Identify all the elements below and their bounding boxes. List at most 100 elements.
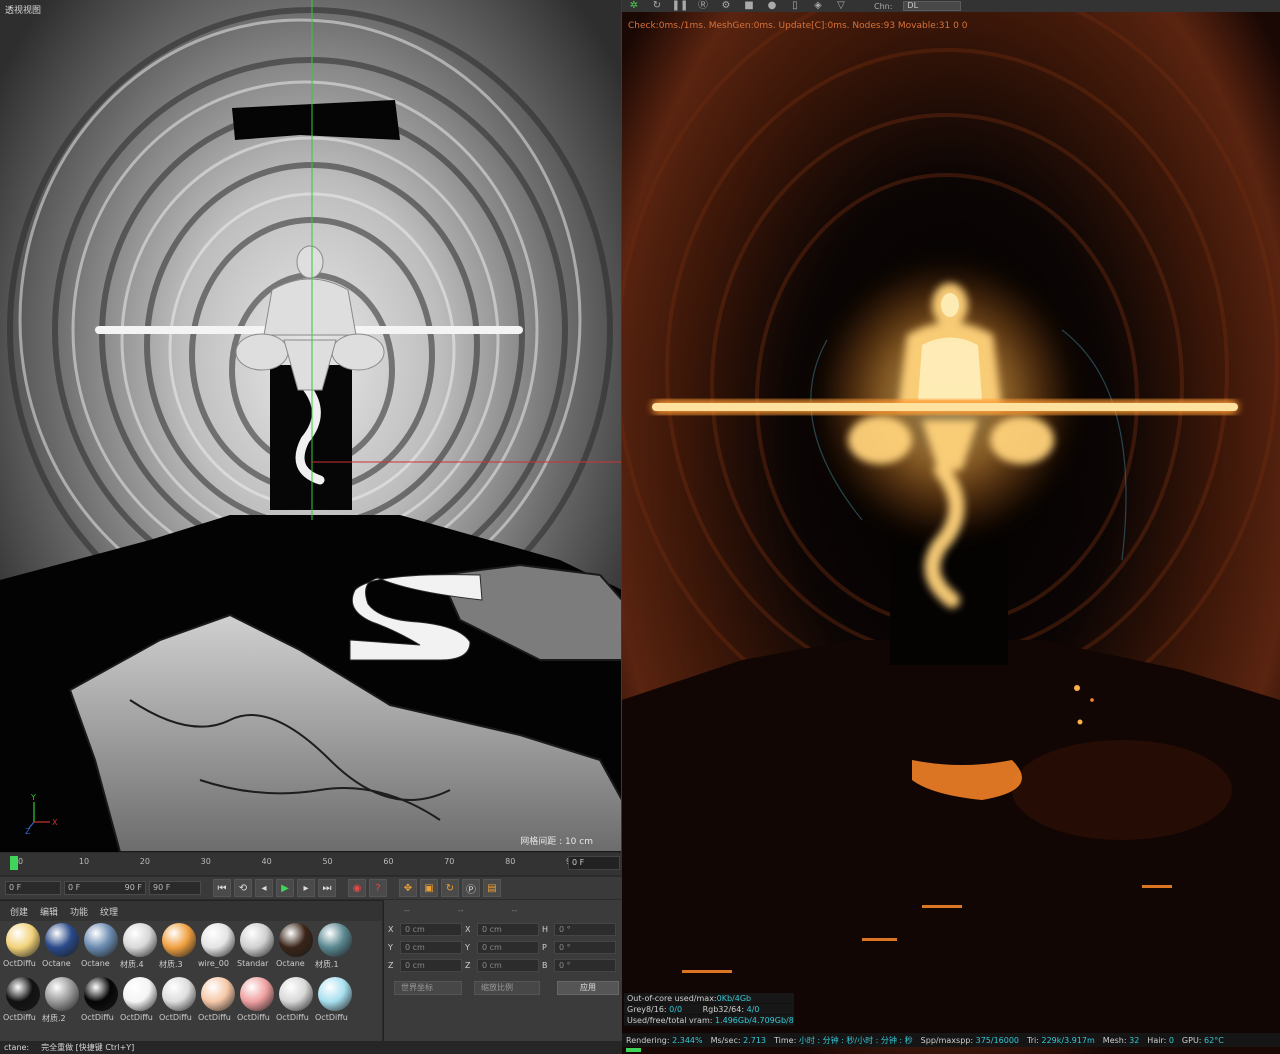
channel-dropdown[interactable]: DL	[903, 1, 962, 11]
grid-key-button[interactable]: ▤	[483, 879, 501, 897]
material-swatch[interactable]: OctDiffu	[3, 977, 42, 1029]
rotation-input[interactable]: 0 °	[554, 958, 616, 972]
render-stat-value: 2.344%	[672, 1035, 703, 1045]
help-icon: ?	[375, 882, 381, 894]
size-input[interactable]: 0 cm	[477, 940, 539, 954]
timeline-ruler[interactable]: 0102030405060708090	[10, 853, 576, 873]
size-input[interactable]: 0 cm	[477, 958, 539, 972]
goto-end-button[interactable]: ⏭	[318, 879, 336, 897]
material-menu-item[interactable]: 编辑	[40, 905, 58, 918]
material-swatch[interactable]: wire_00	[198, 923, 237, 975]
material-preview-ball	[200, 977, 235, 1011]
prev-key-button[interactable]: ⟲	[234, 879, 252, 897]
timeline-tick: 10	[78, 857, 90, 866]
play-button[interactable]: ▶	[276, 879, 294, 897]
scale-dropdown[interactable]: 缩放比例	[474, 981, 540, 995]
prev-key-icon: ⟲	[238, 882, 248, 894]
perspective-viewport[interactable]: 透视视图 Y X Z 网格间距 : 10 cm	[0, 0, 622, 852]
frame-range-slider[interactable]: 0 F 90 F	[64, 881, 146, 895]
move-key-button[interactable]: ✥	[399, 879, 417, 897]
render-stat-value: 32	[1129, 1035, 1140, 1045]
prev-frame-button[interactable]: ◂	[255, 879, 273, 897]
end-frame-field[interactable]: 90 F	[149, 881, 201, 895]
material-swatch[interactable]: OctDiffu	[237, 977, 276, 1029]
material-preview-ball	[278, 923, 313, 957]
playhead[interactable]	[10, 856, 18, 870]
restart-render-icon[interactable]: ↻	[651, 1, 663, 11]
start-frame-field[interactable]: 0 F	[5, 881, 61, 895]
material-ball-icon[interactable]: ●	[766, 1, 778, 11]
material-preview-ball	[83, 977, 118, 1011]
render-stat-value: 375/16000	[975, 1035, 1020, 1045]
pick-focus-icon[interactable]: ◈	[812, 1, 824, 11]
scale-key-button[interactable]: ▣	[420, 879, 438, 897]
play-icon: ▶	[281, 882, 289, 894]
material-swatch[interactable]: OctDiffu	[276, 977, 315, 1029]
timeline[interactable]: 0102030405060708090 0 F	[0, 853, 622, 875]
material-label: Octane	[42, 959, 71, 968]
material-swatch[interactable]: OctDiffu	[81, 977, 120, 1029]
material-preview-ball	[317, 977, 352, 1011]
rotate-key-button[interactable]: ↻	[441, 879, 459, 897]
position-input[interactable]: 0 cm	[400, 922, 462, 936]
grey-rgb-row: Grey8/16: 0/0 Rgb32/64: 4/0	[624, 1004, 794, 1015]
rotation-input[interactable]: 0 °	[554, 922, 616, 936]
size-input[interactable]: 0 cm	[477, 922, 539, 936]
material-swatch[interactable]: 材质.1	[315, 923, 354, 975]
material-swatch[interactable]: Standar	[237, 923, 276, 975]
material-swatch[interactable]: Octane	[42, 923, 81, 975]
coords-axis-label: B	[542, 960, 548, 970]
octane-toolbar: ✲ ↻ ❚❚ Ⓡ ⚙ ■ ● ▯ ◈ ▽ Chn: DL	[622, 0, 1280, 12]
record-icon: ◉	[352, 882, 362, 894]
current-frame-field[interactable]: 0 F	[568, 856, 620, 870]
material-swatch[interactable]: 材质.2	[42, 977, 81, 1029]
help-button[interactable]: ?	[369, 879, 387, 897]
coords-header: -- -- --	[384, 900, 622, 920]
param-key-button[interactable]: Ⓟ	[462, 879, 480, 897]
render-stat-value: 229k/3.917m	[1041, 1035, 1095, 1045]
lock-icon[interactable]: ▽	[835, 1, 847, 11]
position-input[interactable]: 0 cm	[400, 940, 462, 954]
material-label: Octane	[276, 959, 305, 968]
material-swatch[interactable]: OctDiffu	[315, 977, 354, 1029]
octane-live-viewer[interactable]: ✲ ↻ ❚❚ Ⓡ ⚙ ■ ● ▯ ◈ ▽ Chn: DL Check:0ms./…	[622, 0, 1280, 1054]
material-swatch[interactable]: 材质.4	[120, 923, 159, 975]
apply-button[interactable]: 应用	[557, 981, 619, 995]
world-coords-dropdown[interactable]: 世界坐标	[394, 981, 462, 995]
info-value: 0Kb/4Gb	[716, 994, 752, 1003]
material-swatch[interactable]: OctDiffu	[198, 977, 237, 1029]
material-menu-item[interactable]: 纹理	[100, 905, 118, 918]
pause-icon[interactable]: ❚❚	[672, 1, 689, 11]
render-stat-label: Rendering:	[626, 1035, 670, 1045]
material-swatch[interactable]: OctDiffu	[159, 977, 198, 1029]
status-left: ctane:	[4, 1043, 30, 1052]
clay-mode-icon[interactable]: ▯	[789, 1, 801, 11]
position-input[interactable]: 0 cm	[400, 958, 462, 972]
material-menu: 创建 编辑 功能 纹理	[0, 901, 382, 921]
record-button[interactable]: ◉	[348, 879, 366, 897]
material-menu-item[interactable]: 功能	[70, 905, 88, 918]
material-swatch[interactable]: Octane	[81, 923, 120, 975]
coords-axis-label: H	[542, 924, 549, 934]
timeline-tick: 60	[383, 857, 394, 866]
octane-logo-icon[interactable]: ✲	[628, 1, 640, 11]
material-label: Standar	[237, 959, 269, 968]
stop-icon[interactable]: ■	[743, 1, 755, 11]
material-swatch[interactable]: OctDiffu	[120, 977, 159, 1029]
goto-start-button[interactable]: ⏮	[213, 879, 231, 897]
settings-gear-icon[interactable]: ⚙	[720, 1, 732, 11]
material-swatch[interactable]: OctDiffu	[3, 923, 42, 975]
material-preview-ball	[83, 923, 118, 957]
info-label: Rgb32/64:	[702, 1005, 747, 1014]
coords-axis-label: P	[542, 942, 547, 952]
material-swatch[interactable]: 材质.3	[159, 923, 198, 975]
rotation-input[interactable]: 0 °	[554, 940, 616, 954]
material-preview-ball	[5, 923, 40, 957]
material-menu-item[interactable]: 创建	[10, 905, 28, 918]
render-stat-label: Tri:	[1027, 1035, 1039, 1045]
skip-back-icon: ⏮	[217, 882, 227, 894]
material-swatch[interactable]: Octane	[276, 923, 315, 975]
octane-render-image	[622, 0, 1280, 1054]
region-render-icon[interactable]: Ⓡ	[697, 1, 709, 11]
next-frame-button[interactable]: ▸	[297, 879, 315, 897]
